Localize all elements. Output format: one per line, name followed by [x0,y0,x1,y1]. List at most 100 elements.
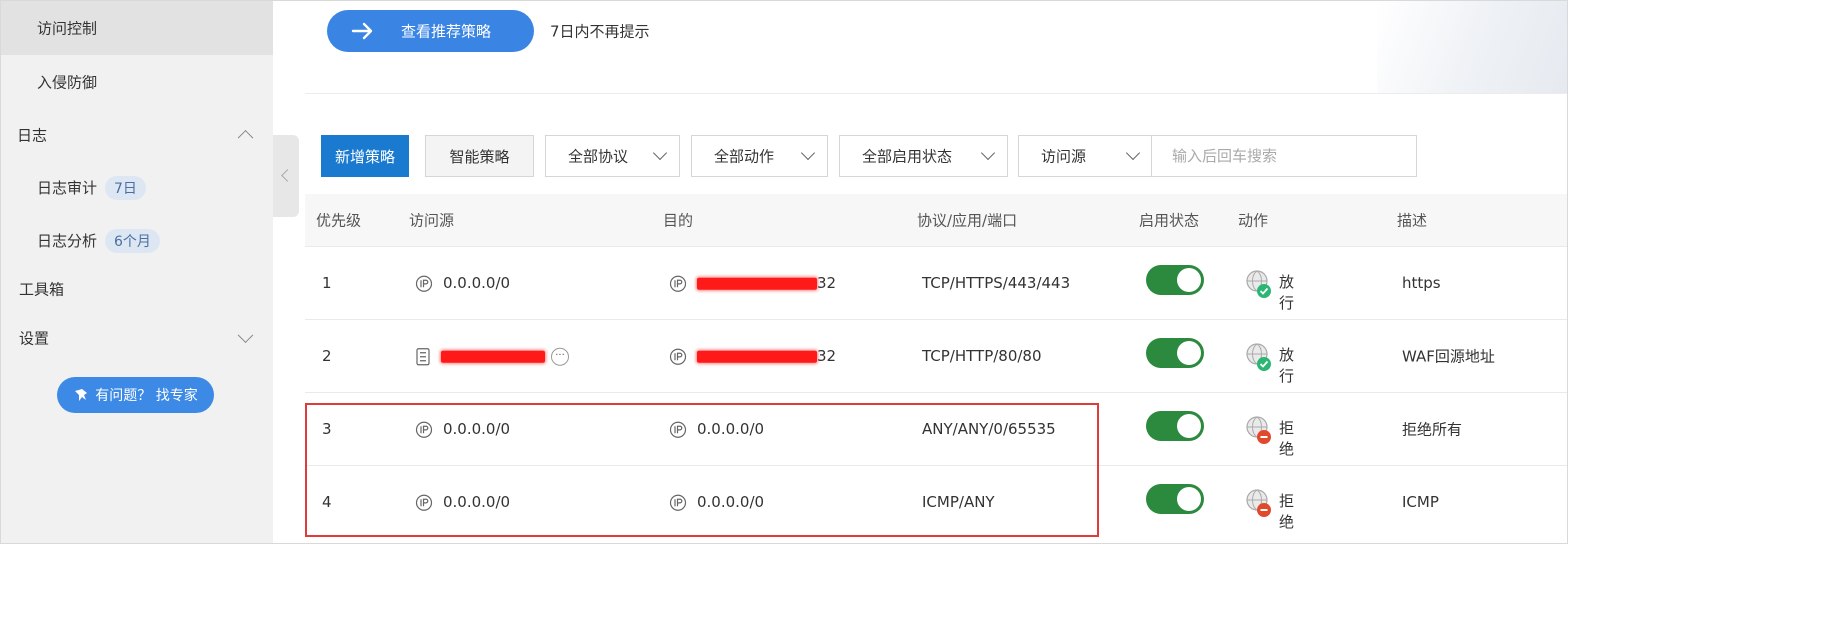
sidebar-item-intrusion-prevention[interactable]: 入侵防御 [1,55,273,109]
column-header-destination[interactable]: 目的 [663,210,693,231]
ip-address-icon [669,348,687,365]
ip-address-icon [415,494,433,511]
more-options-icon[interactable]: ··· [551,347,569,366]
column-header-action[interactable]: 动作 [1238,210,1268,231]
retention-badge: 7日 [105,176,146,200]
destination-cell: 32 [669,347,836,366]
retention-badge: 6个月 [105,229,160,253]
redacted-address [697,277,817,290]
priority-cell: 1 [322,274,332,292]
source-value: 0.0.0.0/0 [443,492,511,511]
column-header-priority[interactable]: 优先级 [316,210,361,231]
destination-cell: 0.0.0.0/0 [669,493,764,512]
ip-address-icon [669,494,687,511]
ask-expert-button[interactable]: 有问题？ 找专家 [57,377,214,413]
protocol-filter-dropdown[interactable]: 全部协议 [545,135,680,177]
description-cell: https [1402,274,1441,292]
action-label: 放行 [1279,346,1295,385]
destination-value: 0.0.0.0/0 [697,419,765,438]
action-filter-dropdown[interactable]: 全部动作 [691,135,828,177]
priority-cell: 4 [322,493,332,511]
sidebar-item-label: 日志 [17,126,48,145]
chevron-down-icon [800,145,816,161]
sidebar-collapse-toggle[interactable] [273,135,299,217]
table-row[interactable]: 2 ··· 32 TCP/HTTP/80/80 放行 WAF回源地址 [305,320,1567,393]
sidebar-group-settings[interactable]: 设置 [1,313,273,363]
enable-toggle[interactable] [1146,484,1204,514]
action-label: 拒绝 [1279,419,1295,458]
enable-toggle[interactable] [1146,411,1204,441]
column-header-protocol[interactable]: 协议/应用/端口 [917,210,1017,231]
source-filter-label: 访问源 [1041,147,1087,166]
protocol-filter-label: 全部协议 [568,147,629,166]
search-box [1151,135,1417,177]
smart-policy-label: 智能策略 [449,147,510,166]
arrow-right-icon [351,22,373,40]
destination-cell: 0.0.0.0/0 [669,420,764,439]
table-row[interactable]: 1 0.0.0.0/0 32 TCP/HTTPS/443/443 放行 http… [305,247,1567,320]
sidebar-item-label: 设置 [19,329,50,348]
action-label: 拒绝 [1279,492,1295,531]
chevron-down-icon [980,145,996,161]
allow-globe-icon [1246,343,1271,371]
search-input[interactable] [1151,135,1417,177]
column-header-description[interactable]: 描述 [1397,210,1427,231]
enable-toggle[interactable] [1146,338,1204,368]
source-filter-dropdown[interactable]: 访问源 [1018,135,1152,177]
description-cell: ICMP [1402,493,1439,511]
column-header-source[interactable]: 访问源 [409,210,454,231]
add-policy-button[interactable]: 新增策略 [321,135,409,177]
enable-toggle[interactable] [1146,265,1204,295]
dismiss-7-days-link[interactable]: 7日内不再提示 [550,21,650,42]
smart-policy-button[interactable]: 智能策略 [425,135,534,177]
sidebar-group-logs[interactable]: 日志 [1,109,273,161]
app-frame: 访问控制 入侵防御 日志 日志审计 7日 日志分析 6个月 工具箱 设置 有问题… [0,0,1568,544]
expert-hand-icon [75,389,88,401]
redacted-address [697,350,817,363]
destination-value: 32 [817,273,837,292]
redacted-address [441,350,545,363]
source-cell: 0.0.0.0/0 [415,420,510,439]
sidebar-item-label: 日志分析 [37,232,98,250]
deny-globe-icon [1246,416,1271,444]
source-value: 0.0.0.0/0 [443,419,511,438]
source-cell: 0.0.0.0/0 [415,493,510,512]
sidebar-item-label: 入侵防御 [37,73,98,92]
source-cell: 0.0.0.0/0 [415,274,510,293]
protocol-cell: TCP/HTTPS/443/443 [922,274,1071,292]
priority-cell: 2 [322,347,332,365]
priority-cell: 3 [322,420,332,438]
sidebar-item-toolbox[interactable]: 工具箱 [1,265,273,313]
ip-address-icon [669,421,687,438]
table-row[interactable]: 4 0.0.0.0/0 0.0.0.0/0 ICMP/ANY 拒绝 ICMP [305,466,1567,538]
column-header-enable-state[interactable]: 启用状态 [1139,210,1199,231]
action-label: 放行 [1279,273,1295,312]
source-cell: ··· [415,347,569,366]
sidebar-item-access-control[interactable]: 访问控制 [1,1,273,55]
action-filter-label: 全部动作 [714,147,775,166]
ip-address-icon [415,275,433,292]
source-value: 0.0.0.0/0 [443,273,511,292]
chevron-up-icon [237,129,254,146]
view-recommended-policies-button[interactable]: 查看推荐策略 [327,10,534,52]
destination-cell: 32 [669,274,836,293]
sidebar-item-log-audit[interactable]: 日志审计 7日 [1,162,273,214]
add-policy-label: 新增策略 [334,147,395,166]
ask-expert-label: 有问题？ 找专家 [95,388,198,404]
enable-state-filter-dropdown[interactable]: 全部启用状态 [839,135,1008,177]
address-book-icon [416,347,430,365]
protocol-cell: TCP/HTTP/80/80 [922,347,1042,365]
chevron-down-icon [652,145,668,161]
view-recommended-label: 查看推荐策略 [401,22,492,41]
allow-globe-icon [1246,270,1271,298]
enable-state-filter-label: 全部启用状态 [862,147,953,166]
sidebar: 访问控制 入侵防御 日志 日志审计 7日 日志分析 6个月 工具箱 设置 有问题… [1,1,273,543]
description-cell: WAF回源地址 [1402,347,1495,366]
table-row[interactable]: 3 0.0.0.0/0 0.0.0.0/0 ANY/ANY/0/65535 拒绝… [305,393,1567,466]
chevron-down-icon [237,327,254,344]
destination-value: 32 [817,346,837,365]
sidebar-item-label: 工具箱 [19,280,65,299]
sidebar-item-log-analysis[interactable]: 日志分析 6个月 [1,215,273,267]
ip-address-icon [669,275,687,292]
ip-address-icon [415,421,433,438]
